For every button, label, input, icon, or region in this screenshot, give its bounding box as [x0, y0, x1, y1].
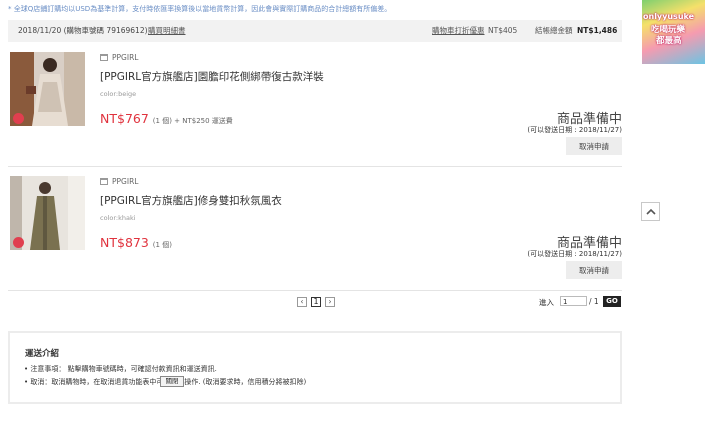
ad-banner[interactable]: onlyyusuke 吃喝玩樂 都最高 — [642, 0, 705, 64]
discount-amount: NT$405 — [488, 26, 518, 35]
sale-badge — [13, 237, 24, 248]
order-item: PPGIRL [PPGIRL官方旗艦店]園膽印花側綁帶復古款洋裝 color:b… — [8, 52, 622, 160]
product-thumbnail[interactable] — [10, 52, 85, 126]
shop-icon — [100, 54, 108, 61]
page-jump-input[interactable]: 1 — [560, 296, 587, 306]
order-item: PPGIRL [PPGIRL官方旗艦店]修身雙扣秋氛風衣 color:khaki… — [8, 176, 622, 284]
page-number-current[interactable]: 1 — [311, 297, 321, 307]
next-page-button[interactable]: › — [325, 297, 335, 307]
back-to-top-button[interactable] — [641, 202, 660, 221]
cancel-request-button[interactable]: 取消申請 — [566, 137, 622, 155]
order-header: 2018/11/20 (購物車號碼 79169612) 購買明細書 購物車打折優… — [8, 20, 622, 42]
product-option: color:khaki — [100, 214, 136, 222]
order-date-number: 2018/11/20 (購物車號碼 79169612) — [18, 26, 148, 35]
product-price: NT$767 — [100, 111, 149, 126]
sale-badge — [13, 113, 24, 124]
total-amount: NT$1,486 — [577, 26, 618, 35]
product-price-row: NT$873 (1 個) — [100, 235, 172, 250]
ad-line-1: onlyyusuke — [643, 12, 695, 21]
cancel-request-button[interactable]: 取消申請 — [566, 261, 622, 279]
product-price: NT$873 — [100, 235, 149, 250]
currency-notice: * 全球Q店鋪訂購均以USD為基準計算，支付時依匯率換算後以當地貨幣計算，因此會… — [8, 5, 392, 13]
ad-line-3: 都最高 — [656, 36, 682, 46]
item-divider — [8, 166, 622, 167]
shop-name[interactable]: PPGIRL — [100, 177, 138, 186]
qty-shipping: (1 個) + NT$250 運送費 — [152, 117, 233, 125]
qty-shipping: (1 個) — [152, 241, 172, 249]
product-title[interactable]: [PPGIRL官方旗艦店]修身雙扣秋氛風衣 — [100, 193, 282, 208]
purchase-detail-link[interactable]: 購買明細書 — [148, 20, 186, 42]
product-thumbnail[interactable] — [10, 176, 85, 250]
shop-label: PPGIRL — [112, 53, 139, 62]
cart-discount-link[interactable]: 購物車打折優惠 — [432, 20, 485, 42]
prev-page-button[interactable]: ‹ — [297, 297, 307, 307]
shipping-note: • 注意事項： 點擊購物車號碼時，可確認付款資訊和運送資訊. — [24, 365, 217, 373]
shipping-title: 運送介紹 — [25, 349, 60, 359]
ship-date: (可以發送日期 : 2018/11/27) — [527, 250, 622, 258]
shop-icon — [100, 178, 108, 185]
shop-label: PPGIRL — [112, 177, 139, 186]
shipping-info-box: 運送介紹 • 注意事項： 點擊購物車號碼時，可確認付款資訊和運送資訊. • 取消… — [8, 331, 622, 404]
total-label: 結帳總金額 — [535, 26, 573, 35]
go-button[interactable]: GO — [603, 296, 621, 307]
product-option: color:beige — [100, 90, 137, 98]
shop-name[interactable]: PPGIRL — [100, 53, 138, 62]
page-total: / 1 — [589, 297, 599, 306]
product-price-row: NT$767 (1 個) + NT$250 運送費 — [100, 111, 233, 126]
page-jump-label: 進入 — [539, 298, 554, 307]
ship-date: (可以發送日期 : 2018/11/27) — [527, 126, 622, 134]
item-divider — [8, 290, 622, 291]
close-tooltip[interactable]: 關閉 — [160, 376, 184, 387]
product-title[interactable]: [PPGIRL官方旗艦店]園膽印花側綁帶復古款洋裝 — [100, 69, 324, 84]
chevron-up-icon — [646, 208, 656, 215]
